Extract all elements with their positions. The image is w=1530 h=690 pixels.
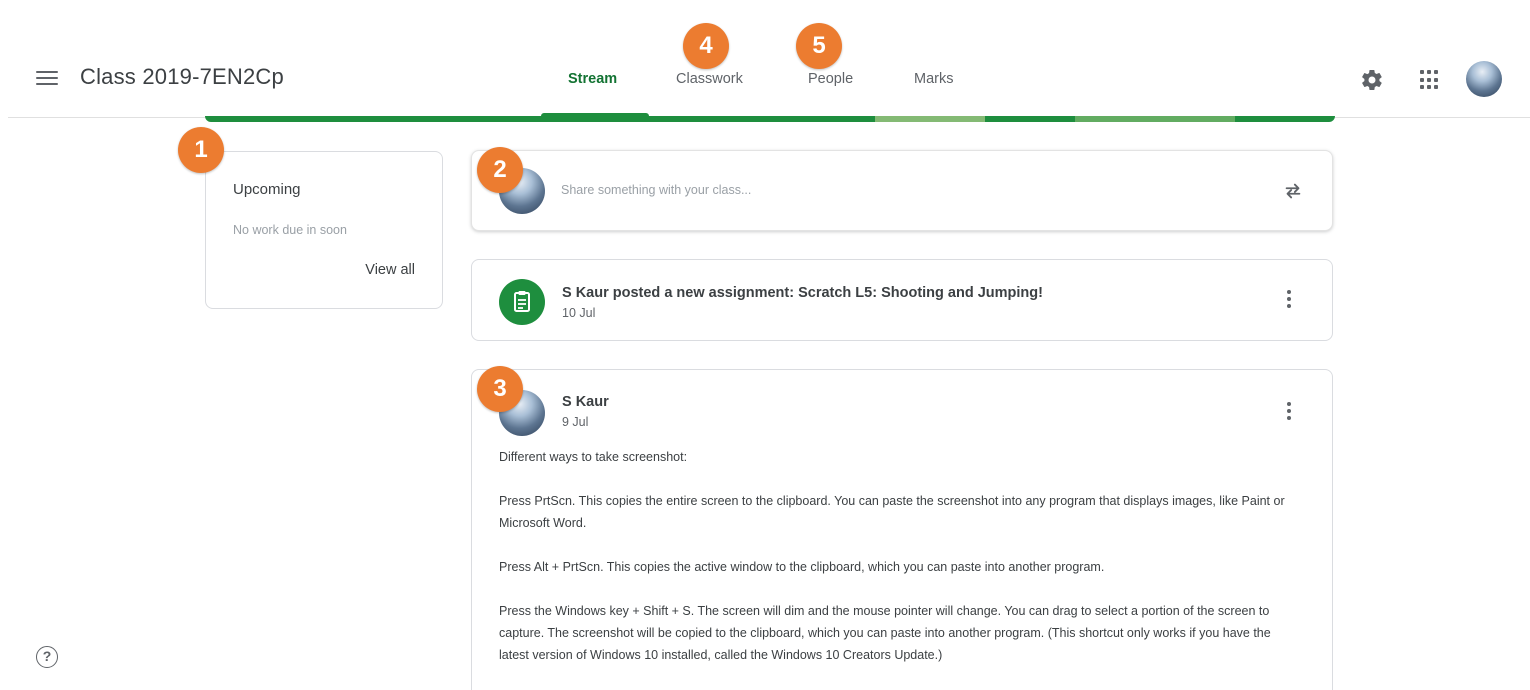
post-paragraph: Press the Windows key + Shift + S. The s… — [499, 604, 1271, 662]
callout-badge-2: 2 — [477, 147, 523, 193]
top-app-bar: Class 2019-7EN2Cp Stream Classwork Peopl… — [0, 0, 1530, 118]
callout-badge-4: 4 — [683, 23, 729, 69]
account-avatar[interactable] — [1466, 61, 1502, 97]
help-icon[interactable]: ? — [36, 646, 58, 668]
settings-gear-icon[interactable] — [1360, 68, 1384, 92]
upcoming-card: Upcoming No work due in soon View all — [205, 151, 443, 309]
post-date: 9 Jul — [562, 415, 589, 429]
assignment-icon — [499, 279, 545, 325]
callout-badge-1: 1 — [178, 127, 224, 173]
tab-marks[interactable]: Marks — [914, 71, 953, 87]
post-paragraph: Different ways to take screenshot: — [499, 450, 688, 464]
tab-people[interactable]: People — [808, 71, 853, 87]
menu-icon[interactable] — [36, 68, 58, 86]
repost-icon[interactable] — [1282, 179, 1304, 203]
tab-classwork[interactable]: Classwork — [676, 71, 743, 87]
apps-grid-icon[interactable] — [1420, 70, 1440, 90]
assignment-post-title[interactable]: S Kaur posted a new assignment: Scratch … — [562, 285, 1043, 301]
announcement-post-card: S Kaur 9 Jul Different ways to take scre… — [471, 369, 1333, 690]
tab-stream[interactable]: Stream — [568, 71, 617, 87]
assignment-more-options-icon[interactable] — [1285, 290, 1293, 312]
assignment-post-card[interactable]: S Kaur posted a new assignment: Scratch … — [471, 259, 1333, 341]
post-more-options-icon[interactable] — [1285, 402, 1293, 424]
share-box[interactable]: Share something with your class... — [471, 150, 1333, 231]
callout-badge-5: 5 — [796, 23, 842, 69]
upcoming-title: Upcoming — [233, 181, 301, 198]
class-banner-strip — [205, 116, 1335, 122]
callout-badge-3: 3 — [477, 366, 523, 412]
view-all-link[interactable]: View all — [365, 262, 415, 278]
assignment-post-date: 10 Jul — [562, 306, 596, 320]
post-body: Different ways to take screenshot: Press… — [499, 446, 1299, 688]
upcoming-empty-text: No work due in soon — [233, 223, 347, 237]
post-paragraph: Press Alt + PrtScn. This copies the acti… — [499, 560, 1105, 574]
post-author: S Kaur — [562, 394, 609, 410]
class-title: Class 2019-7EN2Cp — [80, 64, 284, 89]
post-paragraph: Press PrtScn. This copies the entire scr… — [499, 494, 1285, 530]
share-input[interactable]: Share something with your class... — [561, 183, 751, 197]
